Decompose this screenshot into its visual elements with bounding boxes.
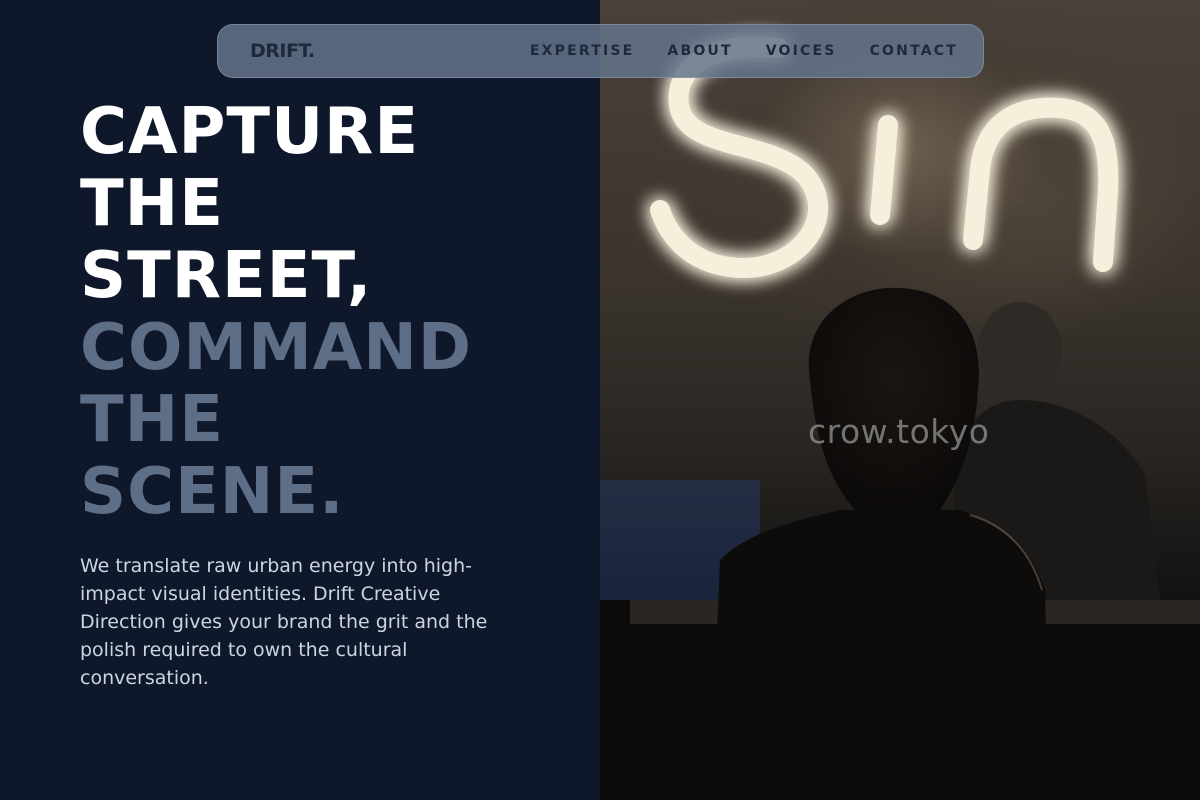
hero-description: We translate raw urban energy into high-… <box>80 555 488 689</box>
headline-line-accent: SCENE. <box>80 455 345 529</box>
headline-line-accent: THE <box>80 383 224 457</box>
logo[interactable]: DRIFT. <box>250 40 315 62</box>
page: crow.tokyo DRIFT. EXPERTISE ABOUT VOICES… <box>0 0 1200 800</box>
nav-link-about[interactable]: ABOUT <box>667 43 732 59</box>
headline-line-accent: COMMAND <box>80 311 472 385</box>
headline-line: THE <box>80 167 224 241</box>
nav-link-contact[interactable]: CONTACT <box>870 43 958 59</box>
neon-sign-illustration <box>600 36 1200 800</box>
top-navbar: DRIFT. EXPERTISE ABOUT VOICES CONTACT <box>217 24 984 78</box>
nav-link-expertise[interactable]: EXPERTISE <box>530 43 635 59</box>
hero-photo: crow.tokyo <box>600 0 1200 800</box>
nav-links: EXPERTISE ABOUT VOICES CONTACT <box>530 43 958 59</box>
nav-link-voices[interactable]: VOICES <box>766 43 837 59</box>
headline-line: CAPTURE <box>80 95 420 169</box>
photo-credit-watermark: crow.tokyo <box>808 412 990 451</box>
headline-line: STREET, <box>80 239 373 313</box>
hero-headline: CAPTURE THE STREET, COMMAND THE SCENE. <box>80 96 580 528</box>
